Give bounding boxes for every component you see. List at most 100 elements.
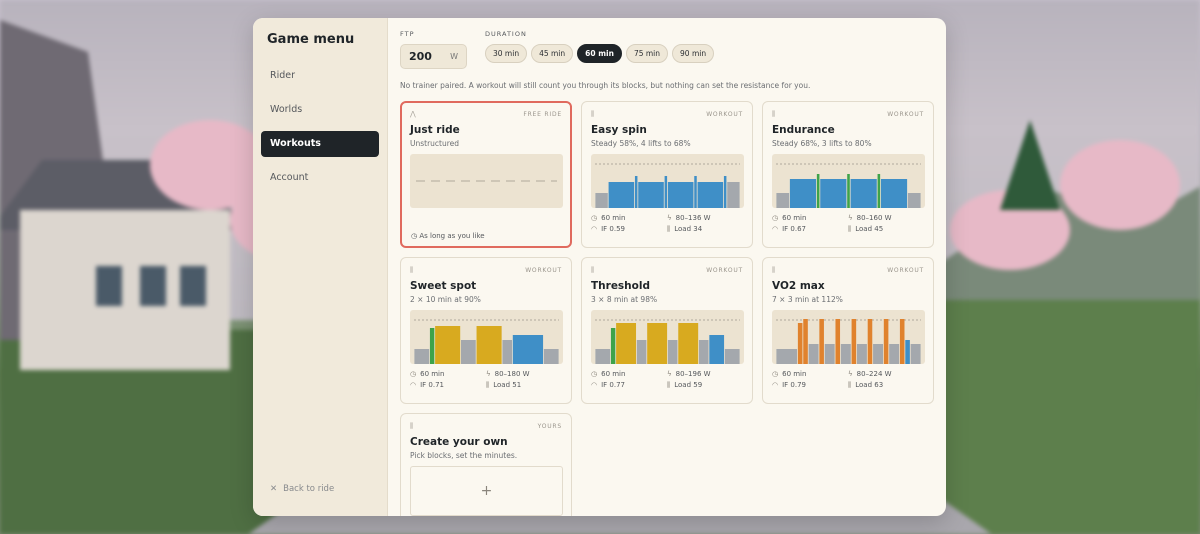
stat-if: ◠ IF 0.77 <box>591 381 667 390</box>
sidebar-item-workouts[interactable]: Workouts <box>261 131 379 157</box>
card-subtitle: 3 × 8 min at 98% <box>591 295 658 304</box>
workout-stats: ◷ 60 min ϟ 80–224 W ◠ IF 0.79 ⫼ Load 63 <box>772 370 924 390</box>
interval-block <box>595 193 608 208</box>
interval-block <box>889 344 900 364</box>
card-title: Easy spin <box>591 124 647 136</box>
workout-card[interactable]: ⫼ WORKOUT VO2 max 7 × 3 min at 112% ◷ 60 min ϟ… <box>762 257 934 404</box>
interval-block <box>512 335 544 364</box>
stat-duration: ◷ 60 min <box>772 214 848 222</box>
ftp-input[interactable]: 200 W <box>400 44 467 69</box>
profile-svg <box>776 163 921 208</box>
duration-option[interactable]: 60 min <box>577 44 622 63</box>
interval-block <box>883 319 889 364</box>
back-to-ride-button[interactable]: ✕ Back to ride <box>270 484 334 494</box>
card-header: ⋀ FREE RIDE <box>410 110 562 118</box>
sidebar-item-account[interactable]: Account <box>261 165 379 191</box>
interval-block <box>867 319 873 364</box>
interval-block <box>435 326 461 364</box>
workout-card[interactable]: ⋀ FREE RIDE Just ride Unstructured ◷ As long… <box>400 101 572 248</box>
sidebar-item-rider[interactable]: Rider <box>261 63 379 89</box>
route-icon: ⋀ <box>410 110 416 118</box>
card-title: VO2 max <box>772 280 825 292</box>
card-tag: FREE RIDE <box>523 110 562 118</box>
load-icon: ⫼ <box>848 381 852 389</box>
workout-stats: ◷ 60 min ϟ 80–160 W ◠ IF 0.67 ⫼ Load 45 <box>772 214 924 234</box>
interval-block <box>907 193 921 208</box>
interval-block <box>616 323 637 364</box>
stat-value: 80–224 W <box>856 370 892 378</box>
lightning-icon: ϟ <box>667 370 672 378</box>
interval-block <box>678 323 699 364</box>
workout-profile-chart <box>772 310 925 364</box>
stat-duration: ◷ 60 min <box>591 214 667 222</box>
profile-svg <box>776 319 921 364</box>
house-window <box>180 266 206 306</box>
interval-block <box>429 328 435 364</box>
stat-value: Load 45 <box>855 225 884 233</box>
workout-stats: ◷ 60 min ϟ 80–180 W ◠ IF 0.71 ⫼ Load 51 <box>410 370 562 390</box>
interval-block <box>667 182 694 208</box>
house-window <box>96 266 122 306</box>
interval-block <box>797 323 803 364</box>
free-ride-duration-text: As long as you like <box>419 232 485 240</box>
clock-icon: ◷ <box>772 370 779 378</box>
gauge-icon: ◠ <box>772 381 779 389</box>
workout-card[interactable]: ⫼ WORKOUT Endurance Steady 68%, 3 lifts to … <box>762 101 934 248</box>
plus-icon: + <box>480 483 493 499</box>
bars-icon: ⫼ <box>591 265 595 274</box>
gauge-icon: ◠ <box>591 225 598 233</box>
stat-value: IF 0.59 <box>601 225 626 233</box>
create-workout-area[interactable]: + <box>410 466 563 516</box>
workout-card[interactable]: ⫼ WORKOUT Easy spin Steady 58%, 4 lifts to … <box>581 101 753 248</box>
stat-power: ϟ 80–160 W <box>848 214 924 222</box>
interval-block <box>476 326 502 364</box>
interval-block <box>803 319 808 364</box>
bars-icon: ⫼ <box>591 109 595 118</box>
stat-power: ϟ 80–136 W <box>667 214 743 222</box>
interval-block <box>789 179 817 208</box>
stat-value: 60 min <box>601 370 626 378</box>
card-title: Threshold <box>591 280 650 292</box>
duration-option[interactable]: 45 min <box>531 44 574 63</box>
stat-power: ϟ 80–196 W <box>667 370 743 378</box>
interval-block <box>543 349 559 364</box>
stat-load: ⫼ Load 45 <box>848 225 924 234</box>
interval-block <box>808 344 819 364</box>
workout-card[interactable]: ⫼ WORKOUT Sweet spot 2 × 10 min at 90% ◷ 60 m… <box>400 257 572 404</box>
clock-icon: ◷ <box>591 370 598 378</box>
card-subtitle: Steady 68%, 3 lifts to 80% <box>772 139 872 148</box>
interval-block <box>634 176 638 208</box>
stat-value: Load 34 <box>674 225 703 233</box>
duration-option[interactable]: 90 min <box>672 44 715 63</box>
stat-value: 80–160 W <box>856 214 892 222</box>
free-ride-duration: ◷ As long as you like <box>411 232 485 240</box>
workout-card[interactable]: ⫼ WORKOUT Threshold 3 × 8 min at 98% ◷ 60 min… <box>581 257 753 404</box>
load-icon: ⫼ <box>486 381 490 389</box>
card-header: ⫼ YOURS <box>410 422 562 430</box>
duration-option[interactable]: 30 min <box>485 44 528 63</box>
interval-block <box>697 182 724 208</box>
card-title: Create your own <box>410 436 508 448</box>
card-tag: WORKOUT <box>706 110 743 118</box>
workout-stats: ◷ 60 min ϟ 80–196 W ◠ IF 0.77 ⫼ Load 59 <box>591 370 743 390</box>
sidebar-item-worlds[interactable]: Worlds <box>261 97 379 123</box>
create-your-own-card[interactable]: ⫼ YOURS Create your own Pick blocks, set th… <box>400 413 572 516</box>
interval-block <box>824 344 835 364</box>
stat-value: 60 min <box>601 214 626 222</box>
profile-svg <box>595 163 740 208</box>
interval-block <box>905 340 910 364</box>
ftp-unit: W <box>450 52 458 61</box>
card-tag: YOURS <box>537 422 562 430</box>
interval-block <box>873 344 884 364</box>
house <box>20 210 230 370</box>
sidebar: Game menu Rider Worlds Workouts Account ✕ Ba… <box>253 18 388 516</box>
stat-value: 60 min <box>420 370 445 378</box>
stat-load: ⫼ Load 51 <box>486 381 562 390</box>
interval-block <box>776 193 790 208</box>
duration-option[interactable]: 75 min <box>625 44 669 63</box>
interval-block <box>880 179 908 208</box>
stat-value: 80–196 W <box>675 370 711 378</box>
profile-svg <box>414 319 559 364</box>
stat-if: ◠ IF 0.79 <box>772 381 848 390</box>
interval-block <box>850 179 877 208</box>
